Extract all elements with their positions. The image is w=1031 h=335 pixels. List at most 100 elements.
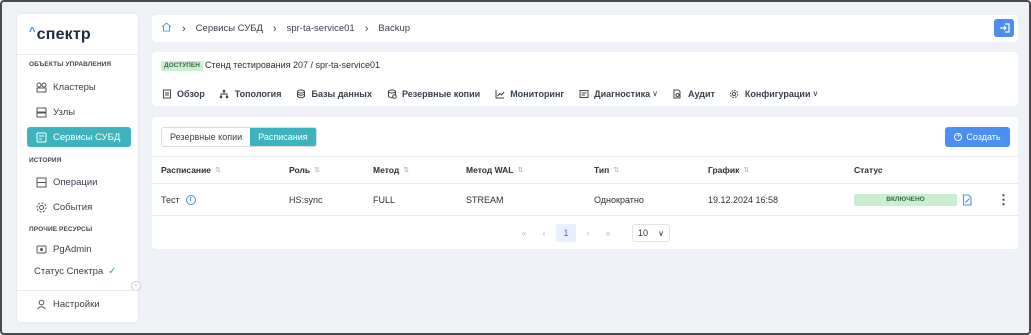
db-service-icon xyxy=(35,131,47,143)
sidebar-item-label: Статус Спектра xyxy=(34,265,104,277)
column-header[interactable]: Расписание ⇅ xyxy=(161,157,221,183)
column-label: Статус xyxy=(854,165,883,175)
tab-label: Обзор xyxy=(177,88,205,99)
create-button[interactable]: + Создать xyxy=(945,127,1010,147)
chart-icon xyxy=(494,88,505,99)
last-page-button[interactable]: » xyxy=(598,224,618,242)
tab-label: Резервные копии xyxy=(402,88,481,99)
divider xyxy=(17,54,138,55)
chevron-down-icon: ∨ xyxy=(658,228,664,238)
breadcrumb-item[interactable]: spr-ta-service01 xyxy=(287,23,355,34)
logo-caret-icon: ^ xyxy=(29,26,36,38)
column-header[interactable]: Тип ⇅ xyxy=(594,157,619,183)
section-objects: ОБЪЕКТЫ УПРАВЛЕНИЯ xyxy=(29,61,112,68)
sidebar-item-settings[interactable]: Настройки xyxy=(27,294,131,314)
view-switcher: Резервные копии Расписания xyxy=(161,127,317,147)
sort-icon: ⇅ xyxy=(613,167,620,174)
column-label: Роль xyxy=(289,165,311,175)
chevron-right-icon: › xyxy=(182,22,186,35)
tab-audit[interactable]: Аудит xyxy=(672,88,715,99)
audit-icon xyxy=(672,88,683,99)
logout-button[interactable] xyxy=(994,19,1014,37)
cell-status: ВКЛЮЧЕНО xyxy=(854,184,973,215)
cluster-icon xyxy=(35,81,47,93)
tab-overview[interactable]: Обзор xyxy=(161,88,205,99)
sidebar-item-clusters[interactable]: Кластеры xyxy=(27,77,131,97)
sidebar: ^спектр ОБЪЕКТЫ УПРАВЛЕНИЯ Кластеры Узлы… xyxy=(17,14,141,322)
column-label: Метод xyxy=(373,165,400,175)
chevron-right-icon: › xyxy=(364,22,369,35)
overview-icon xyxy=(161,88,172,99)
schedule-name[interactable]: Тест xyxy=(161,195,180,205)
section-resources: ПРОЧИЕ РЕСУРСЫ xyxy=(29,226,93,233)
next-page-button[interactable]: › xyxy=(578,224,598,242)
sort-icon: ⇅ xyxy=(215,167,221,174)
column-header[interactable]: Метод ⇅ xyxy=(373,157,409,183)
sidebar-item-db-services[interactable]: Сервисы СУБД xyxy=(27,127,131,147)
tab-topology[interactable]: Топология xyxy=(219,88,281,99)
logout-icon xyxy=(999,23,1010,33)
sidebar-item-label: Сервисы СУБД xyxy=(53,131,121,143)
page-size-value: 10 xyxy=(638,228,649,238)
schedules-panel: Резервные копии Расписания + Создать Рас… xyxy=(152,117,1018,249)
pagination: « ‹ 1 › » 10 ∨ xyxy=(514,224,670,242)
database-icon xyxy=(295,88,306,99)
divider xyxy=(17,290,138,291)
tab-diagnostics[interactable]: Диагностика ∨ xyxy=(578,88,658,99)
sort-icon: ⇅ xyxy=(314,167,320,174)
tab-label: Конфигурации xyxy=(744,88,811,99)
sidebar-item-spectr-status[interactable]: Статус Спектра ✓ xyxy=(27,261,131,281)
row-menu-button[interactable]: ⋮ xyxy=(997,184,1010,215)
segment-backups[interactable]: Резервные копии xyxy=(162,128,251,146)
tab-configurations[interactable]: Конфигурации ∨ xyxy=(729,88,818,99)
operations-icon xyxy=(35,176,47,188)
breadcrumb-item[interactable]: Сервисы СУБД xyxy=(196,23,263,34)
chevron-right-icon: › xyxy=(272,22,277,35)
sidebar-item-operations[interactable]: Операции xyxy=(27,172,131,192)
plus-icon: + xyxy=(954,133,963,141)
info-icon[interactable]: i xyxy=(185,194,196,205)
edit-document-icon[interactable] xyxy=(962,193,973,206)
cell-role: HS:sync xyxy=(289,194,323,205)
cell-type: Однократно xyxy=(594,194,644,205)
service-path: Стенд тестирования 207 / spr-ta-service0… xyxy=(205,60,381,70)
sidebar-item-label: События xyxy=(53,201,93,213)
cell-schedule-time: 19.12.2024 16:58 xyxy=(708,194,779,205)
column-label: Расписание xyxy=(161,165,212,175)
breadcrumb: › Сервисы СУБД › spr-ta-service01 › Back… xyxy=(152,15,1018,42)
tab-backups[interactable]: Резервные копии xyxy=(386,88,480,99)
sort-icon: ⇅ xyxy=(743,167,750,174)
table-row[interactable]: Тест i HS:sync FULL STREAM Однократно 19… xyxy=(152,184,1018,216)
sidebar-item-label: Кластеры xyxy=(53,81,96,93)
page-size-select[interactable]: 10 ∨ xyxy=(632,224,670,242)
sort-icon: ⇅ xyxy=(403,167,410,174)
page-button-current[interactable]: 1 xyxy=(556,224,576,242)
breadcrumb-item: Backup xyxy=(378,23,411,34)
diagnostics-icon xyxy=(578,88,589,99)
segment-schedules[interactable]: Расписания xyxy=(250,128,316,146)
events-icon xyxy=(35,201,47,213)
column-label: Тип xyxy=(594,165,610,175)
home-icon[interactable] xyxy=(161,22,172,35)
prev-page-button[interactable]: ‹ xyxy=(534,224,554,242)
logo[interactable]: ^спектр xyxy=(29,26,91,44)
sidebar-item-nodes[interactable]: Узлы xyxy=(27,102,131,122)
gear-icon xyxy=(729,88,740,99)
user-icon xyxy=(35,298,47,310)
pgadmin-icon xyxy=(35,243,47,255)
sidebar-item-pgadmin[interactable]: PgAdmin xyxy=(27,239,131,259)
tab-label: Аудит xyxy=(687,88,715,99)
tab-monitoring[interactable]: Мониторинг xyxy=(494,88,564,99)
column-header[interactable]: График ⇅ xyxy=(708,157,749,183)
first-page-button[interactable]: « xyxy=(514,224,534,242)
sidebar-item-events[interactable]: События xyxy=(27,197,131,217)
column-header[interactable]: Роль ⇅ xyxy=(289,157,320,183)
tab-label: Базы данных xyxy=(311,88,372,99)
column-header[interactable]: Метод WAL ⇅ xyxy=(466,157,523,183)
status-badge: ДОСТУПЕН xyxy=(161,61,203,71)
service-header: ДОСТУПЕН Стенд тестирования 207 / spr-ta… xyxy=(152,52,1018,106)
sidebar-item-label: Настройки xyxy=(53,298,100,310)
chevron-down-icon: ∨ xyxy=(652,89,658,98)
tab-databases[interactable]: Базы данных xyxy=(295,88,372,99)
server-icon xyxy=(35,106,47,118)
